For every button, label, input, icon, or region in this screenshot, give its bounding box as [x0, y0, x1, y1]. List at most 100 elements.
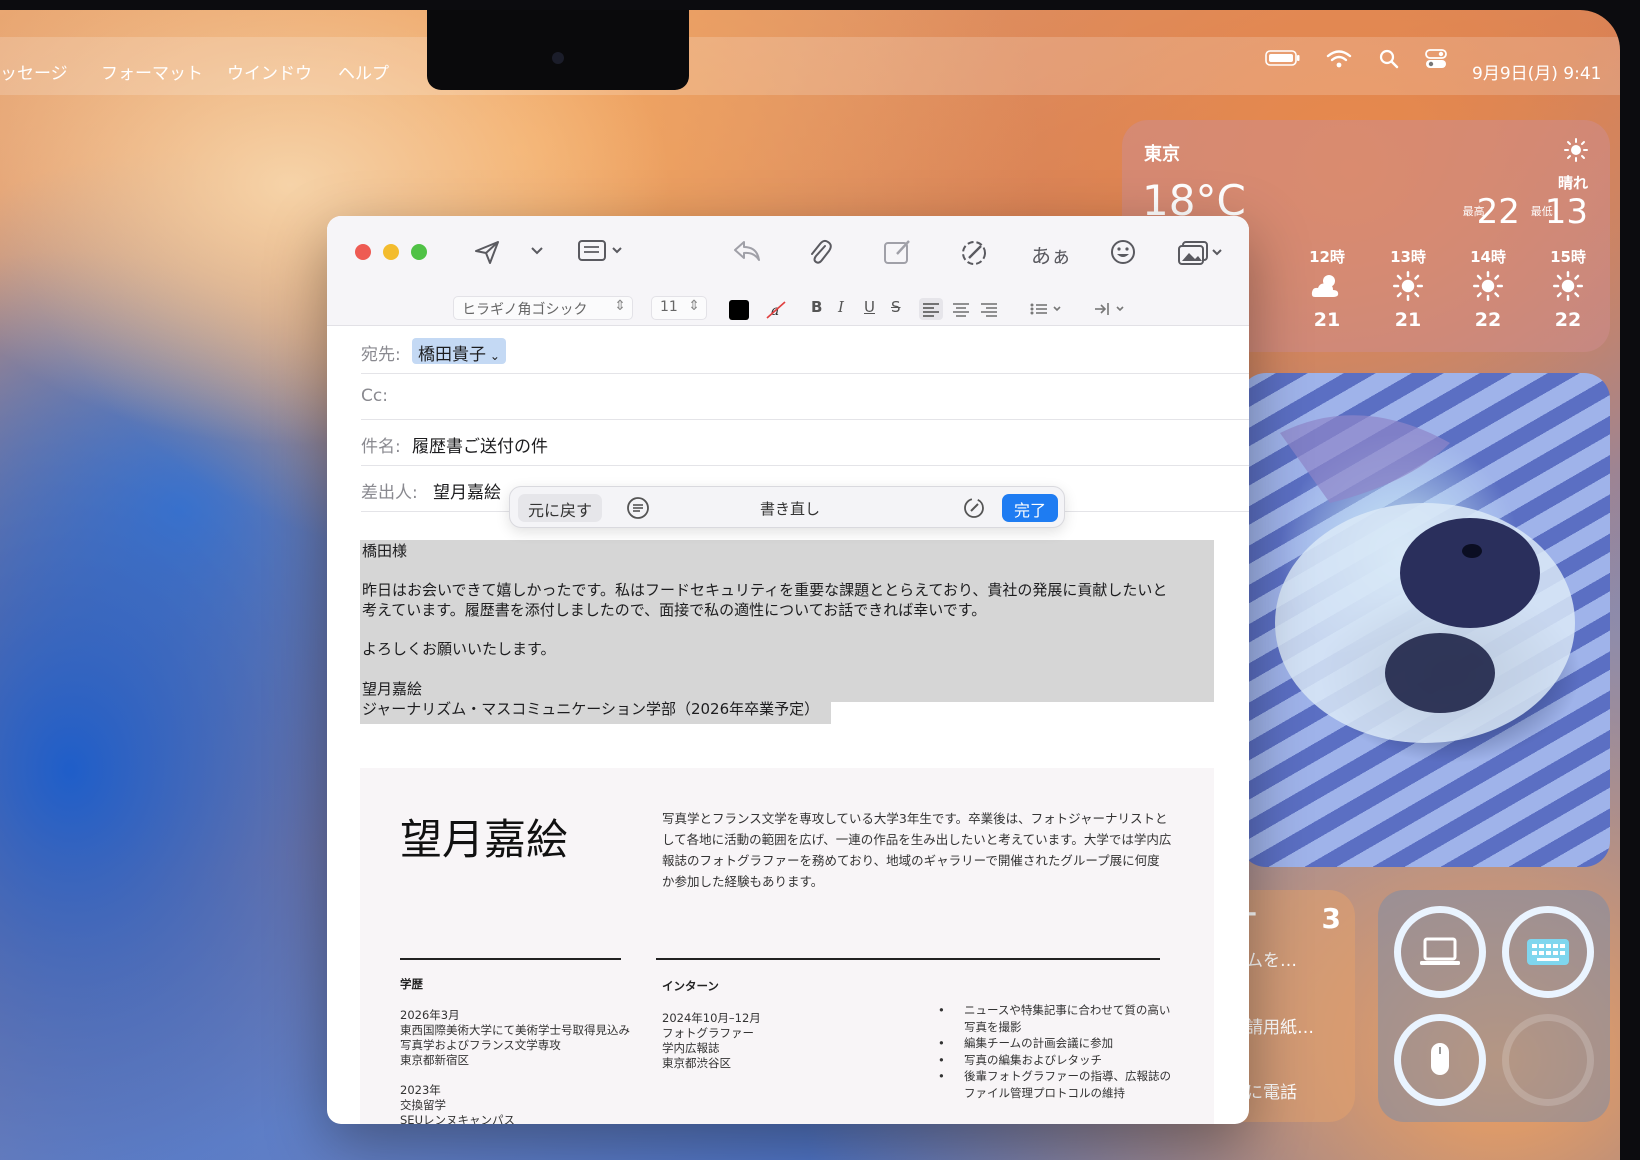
cc-row[interactable]: Cc:: [361, 374, 1249, 420]
education-line: 写真学およびフランス文学専攻: [400, 1038, 561, 1052]
batteries-widget[interactable]: [1378, 890, 1610, 1122]
internship-line: 東京都渋谷区: [662, 1056, 731, 1070]
writing-tools-button[interactable]: [959, 238, 989, 268]
japanese-input-button[interactable]: あぁ: [1031, 240, 1071, 269]
education-line: 交換留学: [400, 1098, 446, 1112]
attach-button[interactable]: [807, 238, 833, 266]
menu-help[interactable]: ヘルプ: [338, 59, 389, 84]
weather-city: 東京: [1144, 144, 1180, 165]
emoji-button[interactable]: [1109, 238, 1137, 266]
to-row: 宛先: 橋田貴子 ⌄: [361, 328, 1249, 374]
hour-label: 13時: [1390, 248, 1426, 266]
writing-tools-bar: 元に戻す 書き直し 完了: [509, 486, 1065, 528]
rewrite-list-icon[interactable]: [626, 496, 650, 524]
writing-tools-icon: [962, 241, 986, 265]
body-line[interactable]: 考えています。履歴書を添付しましたので、面接で私の適性についてお話できれば幸いで…: [362, 599, 986, 620]
search-icon[interactable]: [1379, 49, 1399, 73]
menu-format[interactable]: フォーマット: [101, 59, 203, 84]
align-left-button[interactable]: [919, 298, 943, 320]
duty-item: 編集チームの計画会議に参加: [938, 1035, 1171, 1052]
list-style-icon[interactable]: [1027, 298, 1067, 324]
send-options-chevron-icon[interactable]: [530, 246, 544, 256]
font-size-select[interactable]: 11 ⇕: [651, 296, 707, 320]
resume-attachment[interactable]: 望月嘉絵 写真学とフランス文学を専攻している大学3年生です。卒業後は、フォトジャ…: [360, 768, 1214, 1124]
undo-button[interactable]: 元に戻す: [518, 494, 603, 522]
internship-duties: ニュースや特集記事に合わせて質の高い写真を撮影 編集チームの計画会議に参加 写真…: [938, 1002, 1171, 1101]
indent-icon[interactable]: [1091, 298, 1131, 324]
body-closing[interactable]: よろしくお願いいたします。: [362, 638, 556, 659]
camera-notch: [427, 10, 689, 90]
rewrite-label[interactable]: 書き直し: [760, 498, 820, 519]
bold-button[interactable]: B: [811, 298, 822, 316]
text-color-swatch[interactable]: [729, 300, 749, 320]
duty-text: ファイル管理プロトコルの維持: [964, 1085, 1125, 1100]
menu-clock[interactable]: 9月9日(月) 9:41: [1472, 59, 1601, 84]
hour-forecast: 15時 22: [1538, 246, 1598, 331]
reminder-item[interactable]: に電話: [1246, 1078, 1297, 1103]
reminders-widget[interactable]: – 3 ムを… 請用紙… に電話: [1240, 890, 1355, 1122]
markup-icon: [884, 240, 910, 264]
send-icon: [475, 241, 499, 264]
chevron-down-icon: ⌄: [486, 349, 500, 363]
photo-widget[interactable]: [1240, 373, 1610, 867]
photo-icon: [1178, 241, 1222, 265]
internship-line: 2024年10月–12月: [662, 1011, 761, 1025]
from-value[interactable]: 望月嘉絵: [433, 478, 501, 503]
reminder-item[interactable]: 請用紙…: [1246, 1013, 1314, 1038]
laptop-icon: [1420, 937, 1460, 965]
laptop-battery-ring: [1394, 906, 1486, 998]
internship-line: フォトグラファー: [662, 1026, 754, 1040]
paperclip-icon: [811, 239, 832, 264]
photo-browser-button[interactable]: [1177, 238, 1225, 266]
minimize-button[interactable]: [383, 244, 399, 260]
internship-title: インターン: [662, 979, 719, 993]
italic-button[interactable]: I: [838, 298, 844, 316]
hour-forecast: 13時 21: [1378, 246, 1438, 331]
recipient-chip[interactable]: 橋田貴子 ⌄: [412, 338, 506, 365]
hour-forecast: 12時 21: [1297, 246, 1357, 331]
rewrite-again-icon[interactable]: [962, 496, 986, 524]
mail-compose-window[interactable]: あぁ ヒラギノ角ゴシック ⇕ 11 ⇕ a B I U S: [327, 216, 1249, 1124]
highlight-color-icon[interactable]: a: [765, 300, 787, 320]
subject-row[interactable]: 件名: 履歴書ご送付の件: [361, 420, 1249, 466]
body-signature-name[interactable]: 望月嘉絵: [362, 678, 422, 699]
body-line[interactable]: 昨日はお会いできて嬉しかったです。私はフードセキュリティを重要な課題ととらえてお…: [362, 579, 1167, 600]
close-button[interactable]: [355, 244, 371, 260]
underline-button[interactable]: U: [864, 298, 875, 316]
subject-label: 件名:: [361, 437, 401, 457]
strikethrough-button[interactable]: S: [891, 298, 901, 316]
control-center-icon[interactable]: [1425, 49, 1447, 73]
markup-button[interactable]: [883, 238, 913, 266]
body-signature-dept[interactable]: ジャーナリズム・マスコミュニケーション学部（2026年卒業予定）: [362, 698, 819, 719]
zoom-button[interactable]: [411, 244, 427, 260]
font-family-select[interactable]: ヒラギノ角ゴシック ⇕: [453, 296, 633, 320]
sun-icon: [1538, 271, 1598, 305]
education-line: 2023年: [400, 1083, 441, 1097]
wifi-icon[interactable]: [1326, 49, 1352, 73]
done-button[interactable]: 完了: [1001, 494, 1058, 522]
subject-field[interactable]: 履歴書ご送付の件: [412, 432, 548, 457]
header-fields-button[interactable]: [577, 238, 625, 264]
hour-temp: 21: [1394, 309, 1422, 331]
resume-name: 望月嘉絵: [400, 815, 569, 864]
hour-label: 14時: [1470, 248, 1506, 266]
battery-icon[interactable]: [1265, 49, 1301, 71]
send-button[interactable]: [473, 238, 501, 266]
low-value: 13: [1544, 192, 1588, 232]
reminder-item[interactable]: ムを…: [1246, 946, 1297, 971]
partly-cloudy-icon: [1297, 271, 1357, 305]
hour-temp: 21: [1313, 309, 1341, 331]
body-greeting[interactable]: 橋田様: [362, 540, 407, 561]
duty-item: 写真の編集およびレタッチ: [938, 1052, 1171, 1069]
camera-icon: [552, 52, 564, 64]
menu-window[interactable]: ウインドウ: [227, 59, 312, 84]
internship-line: 学内広報誌: [662, 1041, 720, 1055]
divider: [400, 958, 621, 960]
high-label: 最高: [1462, 205, 1485, 218]
to-label: 宛先:: [361, 345, 401, 365]
align-center-icon[interactable]: [949, 298, 973, 324]
reply-button[interactable]: [732, 238, 762, 264]
education-line: SEUレンヌキャンパス: [400, 1113, 515, 1124]
menu-message[interactable]: ッセージ: [0, 59, 68, 84]
align-right-icon[interactable]: [977, 298, 1001, 324]
